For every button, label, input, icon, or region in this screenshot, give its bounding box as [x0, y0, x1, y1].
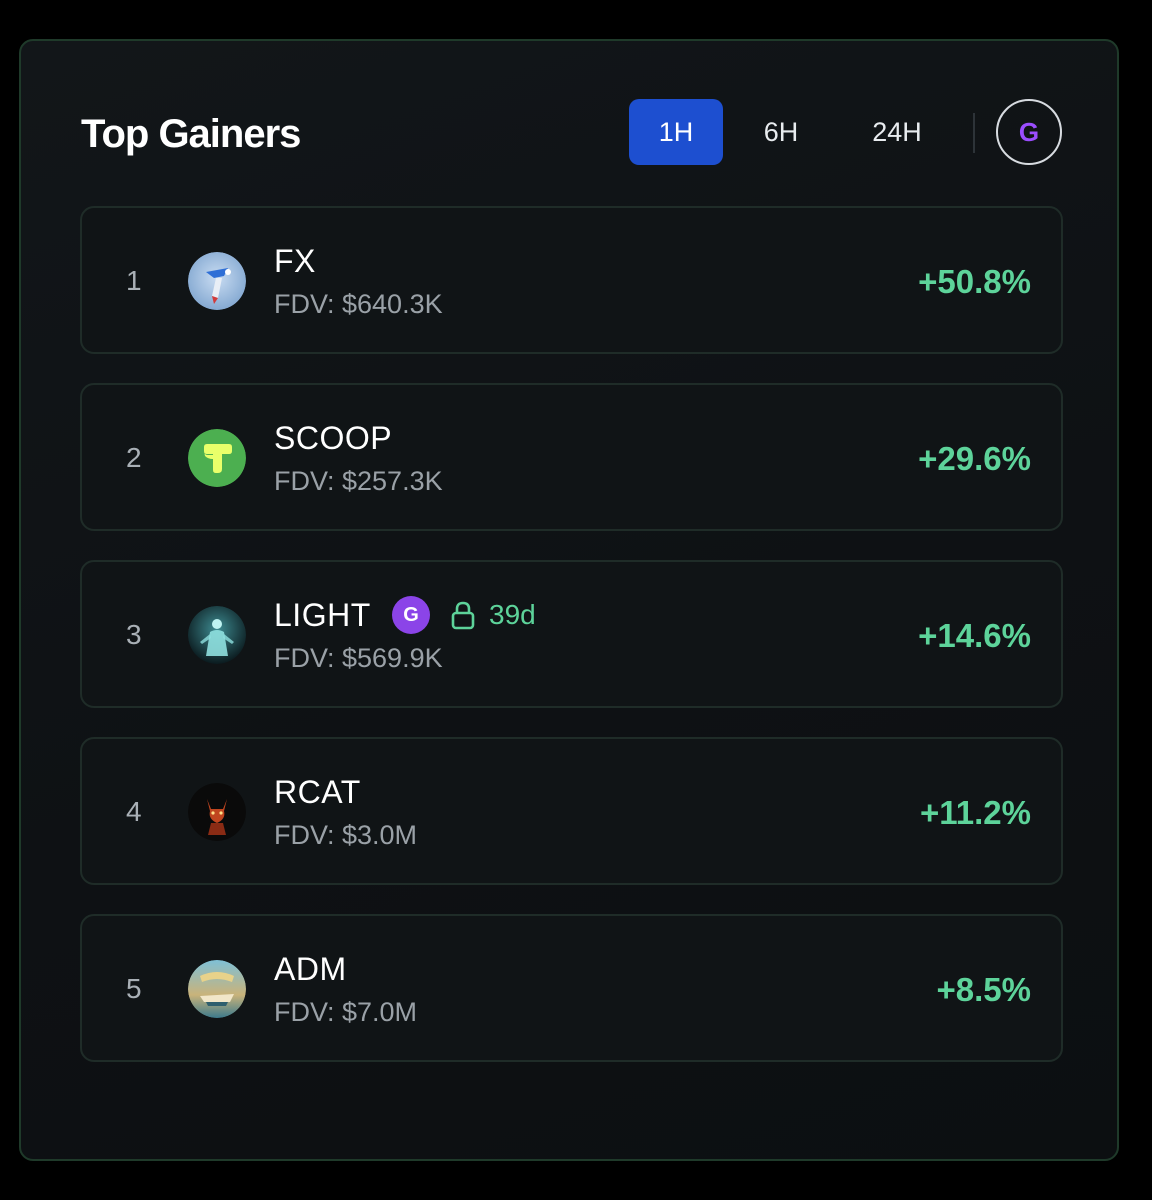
percent-change: +8.5%	[936, 971, 1032, 1008]
token-fdv: FDV: $7.0M	[274, 997, 418, 1027]
token-name: SCOOP	[274, 420, 393, 456]
token-fdv: FDV: $257.3K	[274, 466, 443, 496]
rank-number: 4	[126, 796, 142, 827]
tab-1h[interactable]: 1H	[629, 99, 723, 165]
token-name: ADM	[274, 951, 347, 987]
tab-divider	[973, 113, 975, 153]
rank-number: 2	[126, 442, 142, 473]
top-gainers-panel: Top Gainers 1H 6H 24H G 1 FX FDV: $640.3…	[19, 39, 1119, 1161]
rank-number: 3	[126, 619, 142, 650]
rank-number: 5	[126, 973, 142, 1004]
lock-duration: 39d	[489, 599, 536, 630]
light-token-avatar	[188, 606, 246, 664]
token-fdv: FDV: $569.9K	[274, 643, 443, 673]
tab-6h[interactable]: 6H	[734, 99, 828, 165]
graduated-filter-button[interactable]: G	[996, 99, 1062, 165]
rcat-token-avatar	[188, 783, 246, 841]
token-name: FX	[274, 243, 316, 279]
token-name: LIGHT	[274, 597, 371, 633]
percent-change: +29.6%	[918, 440, 1031, 477]
rank-number: 1	[126, 265, 142, 296]
gainer-row[interactable]: 1 FX FDV: $640.3K +50.8%	[80, 206, 1063, 354]
token-name: RCAT	[274, 774, 361, 810]
gainer-row[interactable]: 2 SCOOP FDV: $257.3K +29.6%	[80, 383, 1063, 531]
panel-title: Top Gainers	[81, 112, 301, 156]
token-fdv: FDV: $3.0M	[274, 820, 418, 850]
fx-token-avatar	[188, 252, 246, 310]
tab-24h[interactable]: 24H	[850, 99, 944, 165]
percent-change: +50.8%	[918, 263, 1031, 300]
graduated-badge: G	[392, 596, 430, 634]
lock-icon	[450, 600, 476, 630]
adm-token-avatar	[188, 960, 246, 1018]
percent-change: +14.6%	[918, 617, 1031, 654]
gainer-row[interactable]: 3 LIGHT G 39d FDV: $569.9K +14.6%	[80, 560, 1063, 708]
gainer-row[interactable]: 4 RCAT FDV: $3.0M +11.2%	[80, 737, 1063, 885]
gainer-row[interactable]: 5 ADM FDV: $7.0M +8.5%	[80, 914, 1063, 1062]
scoop-token-avatar	[188, 429, 246, 487]
percent-change: +11.2%	[919, 794, 1031, 831]
token-fdv: FDV: $640.3K	[274, 289, 443, 319]
